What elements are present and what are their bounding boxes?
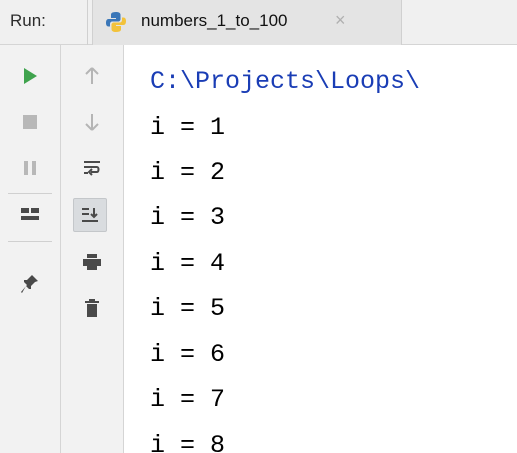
console-line: i = 2 [150, 158, 226, 187]
pin-icon[interactable] [13, 267, 47, 301]
run-icon[interactable] [13, 59, 47, 93]
console-line: i = 3 [150, 203, 226, 232]
divider [8, 193, 52, 194]
divider [87, 0, 88, 45]
console-line: i = 7 [150, 385, 226, 414]
close-tab-icon[interactable]: × [335, 10, 346, 31]
console-line: i = 8 [150, 431, 226, 453]
layout-icon[interactable] [13, 198, 47, 232]
console-line: i = 5 [150, 294, 226, 323]
divider [8, 241, 52, 242]
run-label: Run: [10, 11, 46, 30]
pause-icon[interactable] [13, 151, 47, 185]
arrow-down-icon[interactable] [75, 105, 109, 139]
run-actions-toolbar [0, 45, 61, 453]
console-line: i = 1 [150, 113, 226, 142]
console-actions-toolbar [61, 45, 124, 453]
run-tool-window-header: Run: numbers_1_to_100 × [0, 0, 517, 45]
tab-label: numbers_1_to_100 [141, 11, 288, 30]
soft-wrap-icon[interactable] [75, 151, 109, 185]
trash-icon[interactable] [75, 291, 109, 325]
run-tab[interactable]: numbers_1_to_100 × [92, 0, 402, 45]
print-icon[interactable] [75, 245, 109, 279]
console-output[interactable]: C:\Projects\Loops\ i = 1 i = 2 i = 3 i =… [124, 45, 517, 453]
console-line: i = 4 [150, 249, 226, 278]
stop-icon[interactable] [13, 105, 47, 139]
python-file-icon [105, 11, 127, 33]
arrow-up-icon[interactable] [75, 59, 109, 93]
console-line: i = 6 [150, 340, 226, 369]
scroll-to-end-icon[interactable] [73, 198, 107, 232]
console-path-line: C:\Projects\Loops\ [150, 67, 421, 96]
